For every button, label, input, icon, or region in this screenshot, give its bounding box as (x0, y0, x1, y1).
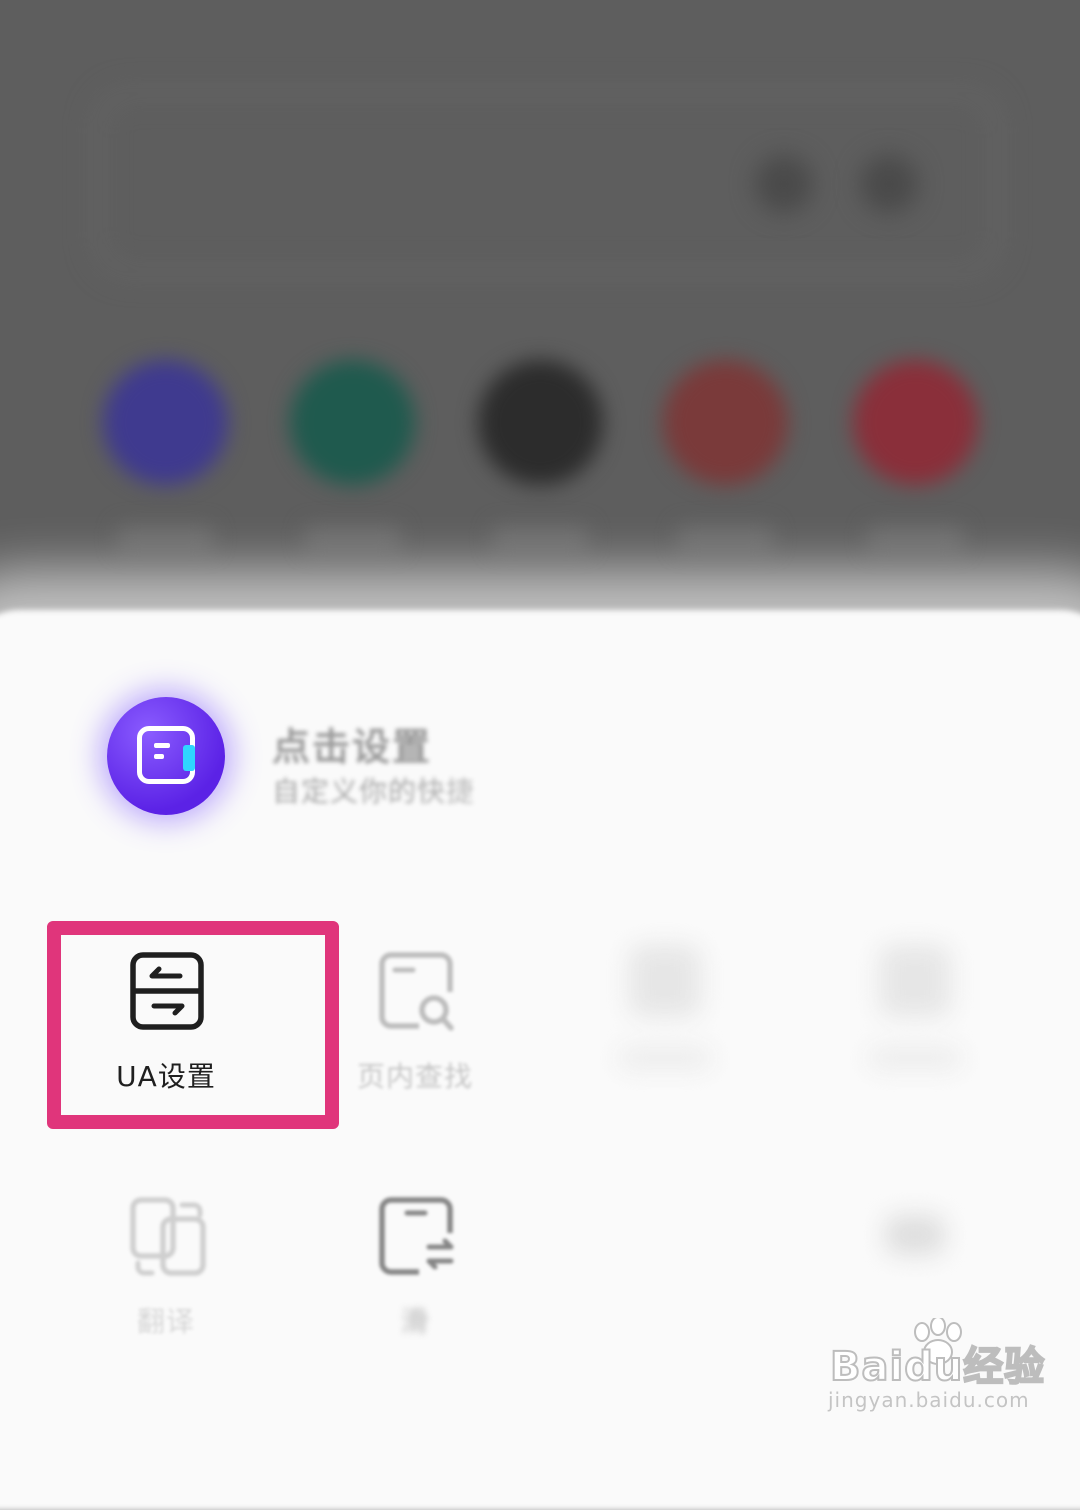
card-title: 点击设置 (272, 725, 433, 769)
translate-label: 翻译 (136, 1305, 195, 1338)
site-logo (477, 360, 603, 485)
blurred-scan-icon (860, 155, 918, 213)
tool-slot-3[interactable] (565, 945, 765, 1145)
swipe-switch-icon (379, 1197, 455, 1277)
tool-slot-4[interactable] (815, 945, 1015, 1145)
shortcut-site-2[interactable] (282, 360, 422, 551)
swipe-switch-label: 滑 (400, 1305, 430, 1338)
watermark-url: jingyan.baidu.com (828, 1388, 1030, 1412)
find-in-page-label: 页内查找 (356, 1060, 473, 1093)
site-label (117, 525, 213, 551)
find-in-page-icon (379, 952, 455, 1032)
translate-icon (130, 1197, 206, 1277)
customize-app-icon (107, 697, 225, 815)
highlight-annotation (47, 921, 339, 1129)
site-label (677, 525, 773, 551)
shortcut-site-4[interactable] (655, 360, 795, 551)
shortcut-site-5[interactable] (845, 360, 985, 551)
baidu-jingyan-watermark: Baidu经验 jingyan.baidu.com (826, 1318, 1045, 1422)
blur-overlay (420, 700, 720, 820)
watermark-text: Baidu经验 (829, 1343, 1046, 1391)
site-logo (852, 360, 978, 485)
translate-button[interactable]: 翻译 (66, 1197, 266, 1397)
site-logo (289, 360, 415, 485)
find-in-page-button[interactable]: 页内查找 (315, 952, 515, 1152)
blurred-search-icon (755, 155, 813, 213)
site-label (304, 525, 400, 551)
shortcut-site-3[interactable] (470, 360, 610, 551)
site-label (867, 525, 963, 551)
swipe-switch-button[interactable]: 滑 (315, 1197, 515, 1397)
shortcut-site-1[interactable] (95, 360, 235, 551)
customize-shortcut-card[interactable]: 点击设置 自定义你的快捷 (0, 680, 1080, 830)
site-logo (102, 360, 228, 485)
site-logo (662, 360, 788, 485)
site-label (492, 525, 588, 551)
